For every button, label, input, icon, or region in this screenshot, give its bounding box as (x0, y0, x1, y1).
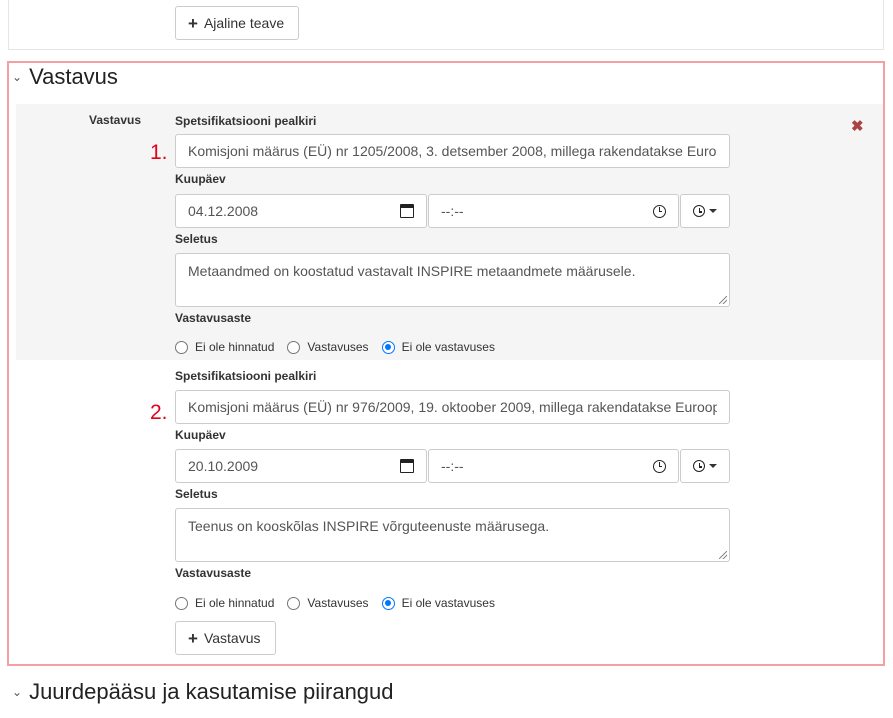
radio-label: Ei ole vastavuses (401, 340, 495, 354)
date-input[interactable]: 04.12.2008 (175, 194, 427, 228)
radio-label: Ei ole vastavuses (401, 596, 495, 610)
date-input[interactable]: 20.10.2009 (175, 449, 427, 483)
time-input[interactable]: --:-- (428, 194, 679, 228)
section-title: Juurdepääsu ja kasutamise piirangud (29, 679, 394, 704)
close-icon[interactable]: ✖ (851, 117, 864, 135)
radio-button[interactable] (381, 340, 395, 354)
explanation-value: Teenus on kooskõlas INSPIRE võrguteenust… (188, 518, 550, 534)
explanation-label: Seletus (175, 232, 218, 246)
radio-not-evaluated[interactable]: Ei ole hinnatud (175, 340, 274, 354)
spec-title-value: Komisjoni määrus (EÜ) nr 976/2009, 19. o… (188, 399, 717, 415)
radio-label: Vastavuses (307, 596, 369, 610)
chevron-down-icon: ⌄ (12, 685, 23, 699)
clock-icon (693, 460, 705, 472)
caret-down-icon (709, 464, 717, 468)
caret-down-icon (709, 209, 717, 213)
time-value: --:-- (441, 203, 464, 219)
time-picker-button[interactable] (680, 449, 730, 483)
spec-title-input[interactable]: Komisjoni määrus (EÜ) nr 1205/2008, 3. d… (175, 134, 730, 168)
resize-grip[interactable] (719, 551, 727, 559)
conformity-side-label: Vastavus (89, 113, 142, 127)
date-label: Kuupäev (175, 428, 226, 442)
calendar-icon[interactable] (400, 459, 414, 473)
spec-title-input[interactable]: Komisjoni määrus (EÜ) nr 976/2009, 19. o… (175, 390, 730, 424)
degree-label: Vastavusaste (175, 311, 252, 325)
clock-icon (693, 205, 705, 217)
previous-section-panel (8, 0, 884, 50)
add-temporal-info-label: Ajaline teave (203, 15, 285, 31)
spec-title-label: Spetsifikatsiooni pealkiri (175, 114, 317, 128)
date-value: 20.10.2009 (188, 458, 259, 474)
section-title: Vastavus (29, 64, 118, 89)
chevron-down-icon: ⌄ (12, 70, 23, 84)
radio-label: Ei ole hinnatud (195, 596, 275, 610)
radio-conformant[interactable]: Vastavuses (287, 596, 369, 610)
annotation-number: 1. (150, 141, 168, 164)
radio-button[interactable] (287, 596, 301, 610)
clock-icon[interactable] (653, 204, 666, 218)
radio-not-evaluated[interactable]: Ei ole hinnatud (175, 596, 274, 610)
explanation-textarea[interactable]: Metaandmed on koostatud vastavalt INSPIR… (175, 253, 730, 307)
degree-radio-group: Ei ole hinnatud Vastavuses Ei ole vastav… (175, 596, 508, 610)
explanation-value: Metaandmed on koostatud vastavalt INSPIR… (188, 263, 636, 279)
spec-title-label: Spetsifikatsiooni pealkiri (175, 369, 317, 383)
spec-title-value: Komisjoni määrus (EÜ) nr 1205/2008, 3. d… (188, 143, 717, 159)
radio-button[interactable] (287, 340, 301, 354)
date-label: Kuupäev (175, 172, 226, 186)
degree-radio-group: Ei ole hinnatud Vastavuses Ei ole vastav… (175, 340, 508, 354)
annotation-number: 2. (150, 401, 168, 424)
plus-icon: + (188, 628, 198, 648)
plus-icon: + (188, 13, 198, 33)
add-conformity-label: Vastavus (203, 630, 261, 646)
radio-not-conformant[interactable]: Ei ole vastavuses (381, 340, 495, 354)
access-constraints-section-header[interactable]: ⌄ Juurdepääsu ja kasutamise piirangud (12, 679, 394, 705)
explanation-textarea[interactable]: Teenus on kooskõlas INSPIRE võrguteenust… (175, 508, 730, 562)
date-value: 04.12.2008 (188, 203, 259, 219)
time-picker-button[interactable] (680, 194, 730, 228)
radio-button[interactable] (175, 596, 188, 610)
conformity-section-header[interactable]: ⌄ Vastavus (12, 64, 118, 90)
radio-conformant[interactable]: Vastavuses (287, 340, 369, 354)
degree-label: Vastavusaste (175, 566, 252, 580)
resize-grip[interactable] (719, 296, 727, 304)
time-input[interactable]: --:-- (428, 449, 679, 483)
radio-label: Vastavuses (307, 340, 369, 354)
radio-button[interactable] (381, 596, 395, 610)
radio-not-conformant[interactable]: Ei ole vastavuses (381, 596, 495, 610)
explanation-label: Seletus (175, 487, 218, 501)
clock-icon[interactable] (653, 459, 666, 473)
radio-label: Ei ole hinnatud (195, 340, 275, 354)
calendar-icon[interactable] (400, 204, 414, 218)
time-value: --:-- (441, 458, 464, 474)
radio-button[interactable] (175, 340, 188, 354)
add-temporal-info-button[interactable]: + Ajaline teave (175, 6, 299, 40)
add-conformity-button[interactable]: + Vastavus (175, 621, 276, 655)
